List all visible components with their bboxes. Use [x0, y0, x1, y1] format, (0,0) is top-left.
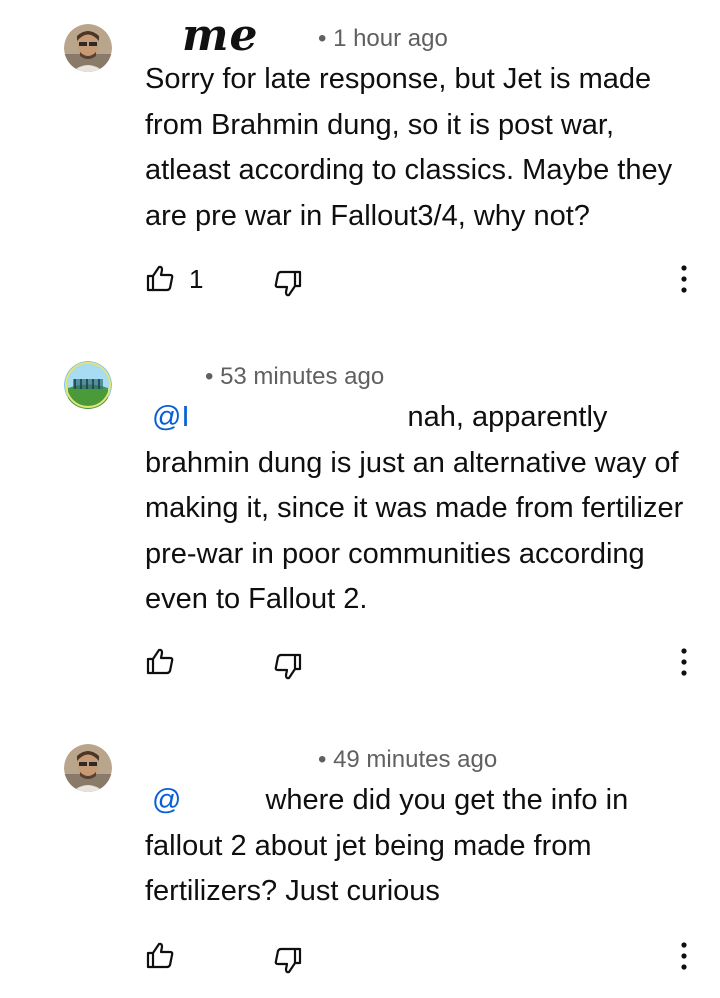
thumbs-down-icon[interactable]	[273, 269, 303, 299]
comment-timestamp: • 1 hour ago	[318, 25, 448, 52]
landscape-avatar-icon[interactable]	[64, 361, 112, 409]
comment-text: @I nah, apparently brahmin dung is just a…	[145, 395, 705, 623]
thumbs-down-icon[interactable]	[273, 652, 303, 682]
thumbs-up-icon[interactable]	[145, 940, 175, 970]
thumbs-down-icon[interactable]	[273, 946, 303, 976]
comment-timestamp: • 53 minutes ago	[205, 363, 385, 390]
user-avatar-icon[interactable]	[64, 744, 112, 792]
more-options-icon[interactable]	[670, 646, 698, 678]
comment-timestamp: • 49 minutes ago	[318, 746, 498, 773]
thumbs-up-icon[interactable]	[145, 646, 175, 676]
comment-actions	[145, 646, 705, 682]
more-options-icon[interactable]	[670, 940, 698, 972]
comment-actions: 1	[145, 263, 705, 299]
user-avatar-icon[interactable]	[64, 24, 112, 72]
thumbs-up-icon[interactable]	[145, 263, 175, 293]
comment-actions	[145, 940, 705, 976]
comment-text: Sorry for late response, but Jet is made…	[145, 63, 673, 232]
comment-text-rest: fallout 2 about jet being made from fert…	[145, 829, 592, 908]
mention-link[interactable]: @	[152, 784, 181, 816]
mention-link[interactable]: @I	[152, 401, 190, 433]
comment-text: @ where did you get the info in fallout 2…	[145, 778, 705, 915]
like-count: 1	[189, 264, 204, 294]
comment-text-line1: where did you get the info in	[265, 784, 629, 816]
comment-text-rest: brahmin dung is just an alternative way …	[145, 446, 684, 616]
comment-text-line1: nah, apparently	[407, 401, 608, 433]
author-name-handwritten: me	[182, 10, 259, 61]
more-options-icon[interactable]	[670, 263, 698, 295]
